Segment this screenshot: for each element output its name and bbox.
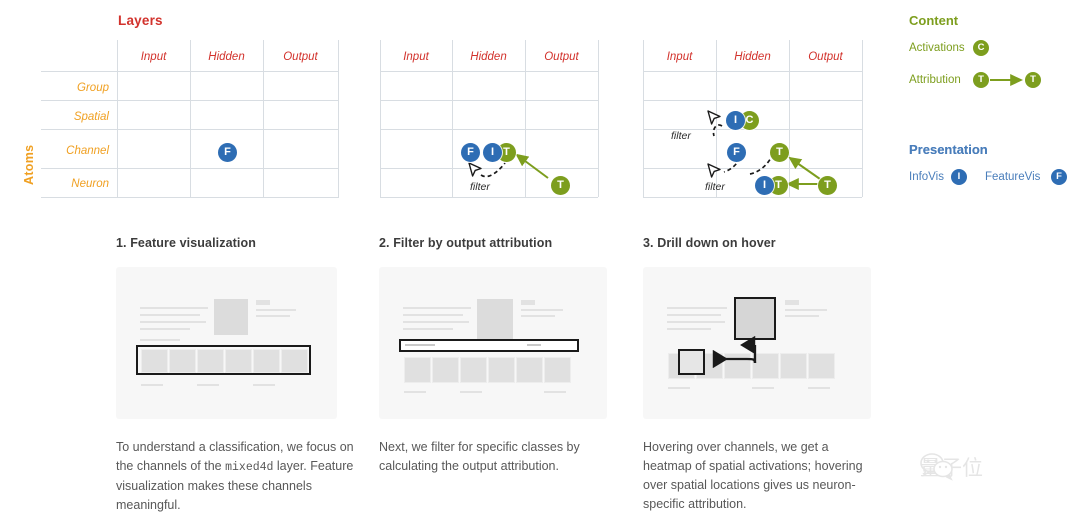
legend-heading-content: Content <box>909 13 959 28</box>
panel-1-mockup[interactable] <box>116 267 337 419</box>
badge-attribution-channel[interactable]: T <box>770 143 789 162</box>
panel-2-title: 2. Filter by output attribution <box>379 236 553 250</box>
badge-infovis[interactable]: I <box>483 143 502 162</box>
watermark: 量子位 <box>920 452 983 482</box>
panel-1-title: 1. Feature visualization <box>116 236 256 250</box>
badge-featurevis[interactable]: F <box>461 143 480 162</box>
filter-label-3-upper: filter <box>671 130 691 142</box>
badge-attribution-output[interactable]: T <box>551 176 570 195</box>
legend-label-activations: Activations <box>909 42 965 54</box>
matrix-1-col-hidden: Hidden <box>208 51 245 63</box>
cursor-icon-3-upper <box>707 110 721 125</box>
panel-3-source-box <box>678 349 705 375</box>
panel-3-title: 3. Drill down on hover <box>643 236 776 250</box>
legend-badge-attribution-to[interactable]: T <box>1025 72 1041 88</box>
panel-3-mockup[interactable] <box>643 267 871 419</box>
matrix-1-col-output: Output <box>283 51 318 63</box>
filter-label-3-lower: filter <box>705 181 725 193</box>
matrix-2-col-hidden: Hidden <box>470 51 507 63</box>
matrix-title-layers: Layers <box>118 13 163 28</box>
panel-3-zoom-box <box>734 297 776 340</box>
figure-canvas: Layers Atoms Input Hidden Output Group S… <box>0 0 1080 521</box>
panel-3-hover-arrow <box>712 335 757 369</box>
panel-2-caption-pre: Next, we filter for specific classes by … <box>379 440 580 473</box>
legend-badge-attribution-from[interactable]: T <box>973 72 989 88</box>
matrix-1-row-group: Group <box>77 82 109 94</box>
badge-featurevis[interactable]: F <box>727 143 746 162</box>
matrix-3-col-hidden: Hidden <box>734 51 771 63</box>
badge-infovis-neuron[interactable]: I <box>755 176 774 195</box>
badge-attribution-output[interactable]: T <box>818 176 837 195</box>
panel-2-mockup[interactable] <box>379 267 607 419</box>
cursor-icon-3-lower <box>707 163 721 178</box>
panel-2-caption: Next, we filter for specific classes by … <box>379 438 624 477</box>
panel-3-caption: Hovering over channels, we get a heatmap… <box>643 438 868 515</box>
legend-heading-presentation-main: Presentation <box>909 142 988 157</box>
watermark-text: 量子位 <box>920 456 983 480</box>
legend-badge-featurevis[interactable]: F <box>1051 169 1067 185</box>
badge-infovis-spatial[interactable]: I <box>726 111 745 130</box>
matrix-2-col-output: Output <box>544 51 579 63</box>
badge-featurevis[interactable]: F <box>218 143 237 162</box>
matrix-1-row-spatial: Spatial <box>73 111 109 123</box>
legend-label-infovis: InfoVis <box>909 171 944 183</box>
panel-1-caption-mono: mixed4d <box>225 461 274 474</box>
filter-label-2: filter <box>470 181 490 193</box>
matrix-3-col-output: Output <box>808 51 843 63</box>
matrix-axis-atoms: Atoms <box>22 144 36 185</box>
matrix-3-col-input: Input <box>666 51 693 63</box>
legend-label-attribution: Attribution <box>909 74 961 86</box>
legend-badge-infovis[interactable]: I <box>951 169 967 185</box>
panel-1-caption: To understand a classification, we focus… <box>116 438 356 515</box>
matrix-1-row-neuron: Neuron <box>71 178 109 190</box>
panel-3-caption-pre: Hovering over channels, we get a heatmap… <box>643 440 863 511</box>
cursor-icon-2 <box>468 162 482 177</box>
legend-arrow-icon <box>990 74 1023 86</box>
matrix-1-col-input: Input <box>140 51 167 63</box>
matrix-2-col-input: Input <box>403 51 429 63</box>
matrix-1-row-channel: Channel <box>66 145 109 157</box>
legend-label-featurevis: FeatureVis <box>985 171 1041 183</box>
legend-badge-activations[interactable]: C <box>973 40 989 56</box>
